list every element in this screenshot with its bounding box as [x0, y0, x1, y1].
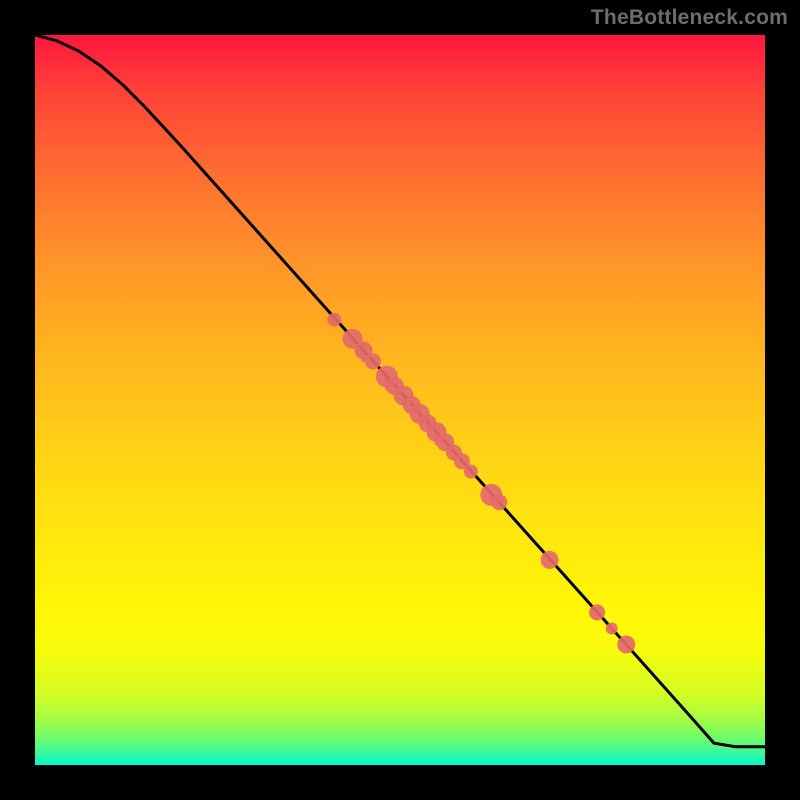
- data-point: [541, 551, 559, 569]
- data-point: [491, 494, 507, 510]
- data-point: [617, 636, 635, 654]
- plot-area: [35, 35, 765, 765]
- data-point: [327, 313, 341, 327]
- chart-svg: [35, 35, 765, 765]
- data-point: [365, 353, 381, 369]
- chart-frame: TheBottleneck.com: [0, 0, 800, 800]
- watermark-text: TheBottleneck.com: [591, 6, 788, 30]
- data-point: [464, 465, 478, 479]
- data-point: [606, 623, 618, 635]
- data-point: [589, 604, 605, 620]
